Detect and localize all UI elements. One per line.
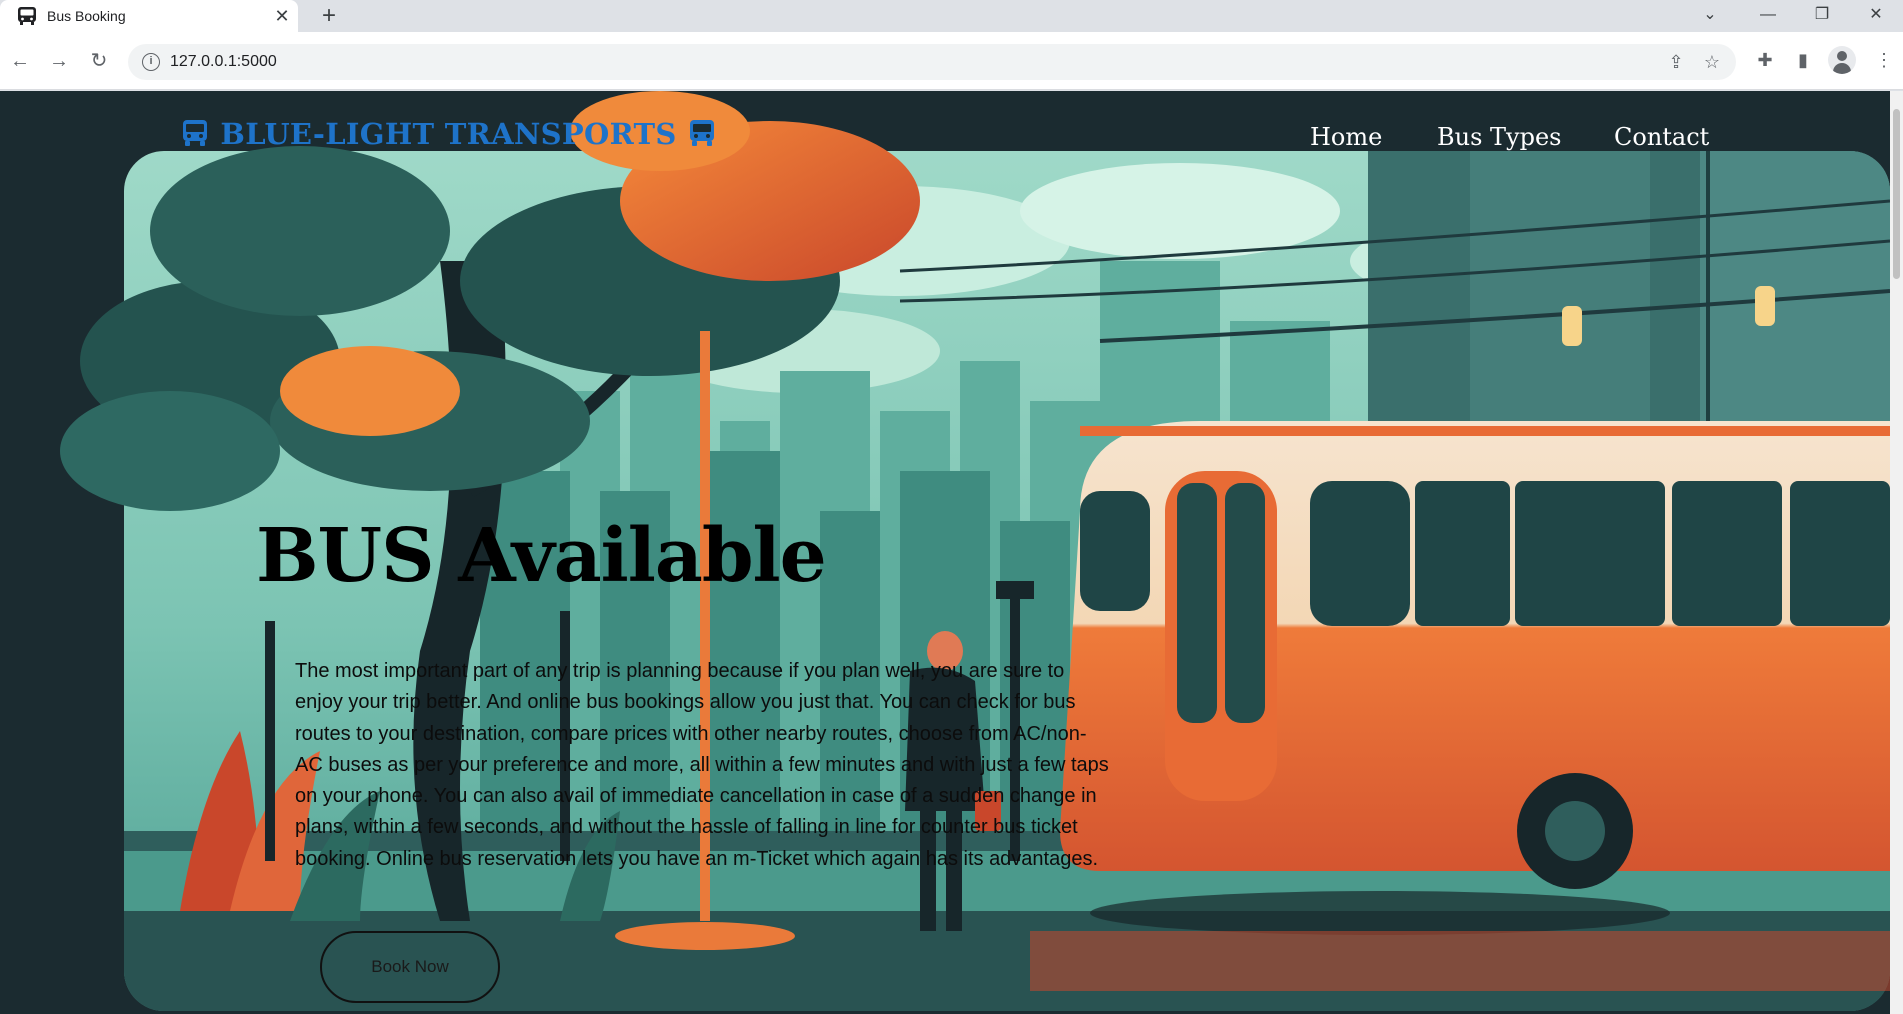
site-logo[interactable]: BLUE-LIGHT TRANSPORTS <box>180 117 717 151</box>
tab-title: Bus Booking <box>47 8 126 24</box>
scrollbar-thumb[interactable] <box>1893 109 1900 279</box>
book-now-button[interactable]: Book Now <box>320 931 500 1003</box>
back-icon[interactable]: ← <box>5 46 35 76</box>
forward-icon[interactable]: → <box>44 46 74 76</box>
more-menu-icon[interactable]: ⋮ <box>1871 47 1897 73</box>
bus-icon <box>183 120 207 146</box>
close-tab-icon[interactable]: ✕ <box>271 5 293 27</box>
site-brand-name: BLUE-LIGHT TRANSPORTS <box>220 117 677 151</box>
address-bar[interactable]: i 127.0.0.1:5000 ⇪ ☆ <box>128 44 1736 80</box>
url-text[interactable]: 127.0.0.1:5000 <box>170 53 277 71</box>
hero-description: The most important part of any trip is p… <box>295 660 1109 870</box>
page-viewport: BLUE-LIGHT TRANSPORTS Home Bus Types Con… <box>0 91 1903 1014</box>
nav-home-link[interactable]: Home <box>1310 123 1382 151</box>
nav-bus-types-link[interactable]: Bus Types <box>1437 123 1562 151</box>
nav-contact-link[interactable]: Contact <box>1614 123 1709 151</box>
site-info-icon[interactable]: i <box>142 53 160 71</box>
share-icon[interactable]: ⇪ <box>1664 50 1688 74</box>
close-window-icon[interactable]: ✕ <box>1852 0 1900 32</box>
browser-tab[interactable]: Bus Booking ✕ <box>0 0 298 32</box>
extensions-puzzle-icon[interactable]: ✚ <box>1752 47 1778 73</box>
tab-strip: Bus Booking ✕ + ⌄ — ❐ ✕ <box>0 0 1903 32</box>
reload-icon[interactable]: ↻ <box>84 46 114 76</box>
tab-search-chevron-down-icon[interactable]: ⌄ <box>1686 0 1734 32</box>
hero-title: BUS Available <box>256 513 827 599</box>
bookmark-star-icon[interactable]: ☆ <box>1700 50 1724 74</box>
page-scrollbar[interactable] <box>1890 91 1903 1014</box>
bus-icon <box>690 120 715 146</box>
restore-icon[interactable]: ❐ <box>1798 0 1846 32</box>
minimize-icon[interactable]: — <box>1744 0 1792 32</box>
browser-toolbar: ← → ↻ i 127.0.0.1:5000 ⇪ ☆ ✚ ▮ ⋮ <box>0 32 1903 90</box>
side-panel-icon[interactable]: ▮ <box>1790 47 1816 73</box>
bus-favicon-icon <box>18 7 36 25</box>
profile-avatar-icon[interactable] <box>1828 46 1856 74</box>
new-tab-plus-icon[interactable]: + <box>316 3 342 29</box>
